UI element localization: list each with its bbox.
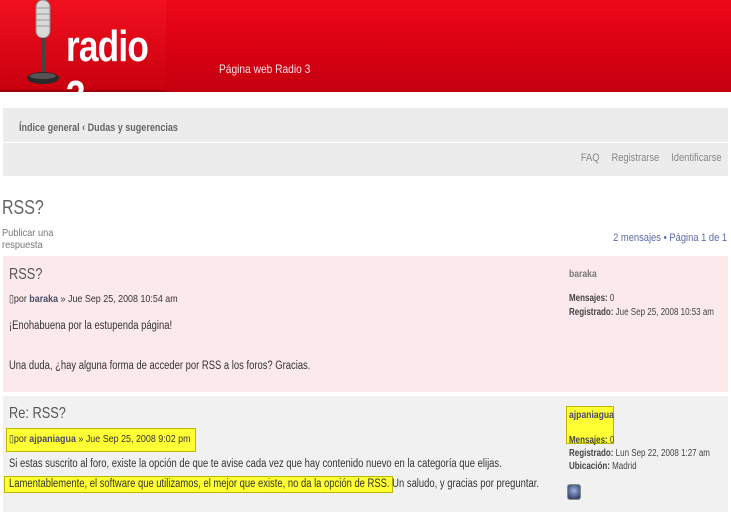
profile-mensajes: Mensajes: 0 xyxy=(569,435,614,446)
post-body-line: ¡Enohabuena por la estupenda página! xyxy=(9,320,173,332)
registrado-date: Jue Sep 25, 2008 10:53 am xyxy=(615,307,714,318)
ubicacion-label: Ubicación: xyxy=(569,461,610,472)
registrado-label: Registrado: xyxy=(569,307,614,318)
post-title[interactable]: Re: RSS? xyxy=(9,405,66,423)
profile-registrado: Registrado: Lun Sep 22, 2008 1:27 am xyxy=(569,448,710,459)
radio3-logo[interactable]: radio 3 xyxy=(0,0,166,121)
profile-mensajes: Mensajes: 0 xyxy=(569,293,614,304)
post-meta: ▯por ajpaniagua » Jue Sep 25, 2008 9:02 … xyxy=(9,433,191,445)
topic-title[interactable]: RSS? xyxy=(2,197,44,220)
registrado-date: Lun Sep 22, 2008 1:27 am xyxy=(615,448,710,459)
navbar-divider xyxy=(3,142,728,143)
post-body-line: Si estas suscrito al foro, existe la opc… xyxy=(9,458,502,470)
faq-link[interactable]: FAQ xyxy=(581,152,600,164)
login-link[interactable]: Identificarse xyxy=(672,152,722,164)
post-author-link[interactable]: baraka xyxy=(29,293,58,305)
mensajes-count: 0 xyxy=(609,435,615,446)
ubicacion-value: Madrid xyxy=(612,461,637,472)
user-links: FAQ Registrarse Identificarse xyxy=(581,152,722,164)
post-reply-button[interactable]: Publicar una respuesta xyxy=(2,227,55,251)
site-tagline[interactable]: Página web Radio 3 xyxy=(219,62,310,76)
breadcrumb[interactable]: Índice general ‹ Dudas y sugerencias xyxy=(19,122,178,134)
profile-registrado: Registrado: Jue Sep 25, 2008 10:53 am xyxy=(569,307,714,318)
globe-icon[interactable] xyxy=(567,484,581,500)
post-2: Re: RSS? ▯por ajpaniagua » Jue Sep 25, 2… xyxy=(3,396,728,512)
post-title[interactable]: RSS? xyxy=(9,266,42,284)
register-link[interactable]: Registrarse xyxy=(612,152,660,164)
post-author-link[interactable]: ajpaniagua xyxy=(29,433,76,445)
post-body-line: Una duda, ¿hay alguna forma de acceder p… xyxy=(9,360,311,372)
post-body-trailing: Un saludo, y gracias por preguntar. xyxy=(389,478,539,490)
mensajes-label: Mensajes: xyxy=(569,435,608,446)
post-body-line: Lamentablemente, el software que utiliza… xyxy=(9,478,539,490)
registrado-label: Registrado: xyxy=(569,448,614,459)
microphone-icon xyxy=(27,0,59,84)
pagination-info: 2 mensajes • Página 1 de 1 xyxy=(613,232,727,244)
post-meta-prefix: por xyxy=(13,433,30,445)
profile-username[interactable]: baraka xyxy=(569,268,597,280)
mensajes-label: Mensajes: xyxy=(569,293,608,304)
profile-username[interactable]: ajpaniagua xyxy=(569,409,614,421)
post-meta: ▯por baraka » Jue Sep 25, 2008 10:54 am xyxy=(9,293,178,305)
post-date: » Jue Sep 25, 2008 9:02 pm xyxy=(75,433,191,445)
post-1: RSS? ▯por baraka » Jue Sep 25, 2008 10:5… xyxy=(3,256,728,392)
logo-text: radio 3 xyxy=(66,22,149,121)
highlighted-text: Lamentablemente, el software que utiliza… xyxy=(9,478,390,490)
post-meta-prefix: por xyxy=(13,293,30,305)
post-date: » Jue Sep 25, 2008 10:54 am xyxy=(58,293,178,305)
mensajes-count: 0 xyxy=(609,293,615,304)
profile-ubicacion: Ubicación: Madrid xyxy=(569,461,637,472)
